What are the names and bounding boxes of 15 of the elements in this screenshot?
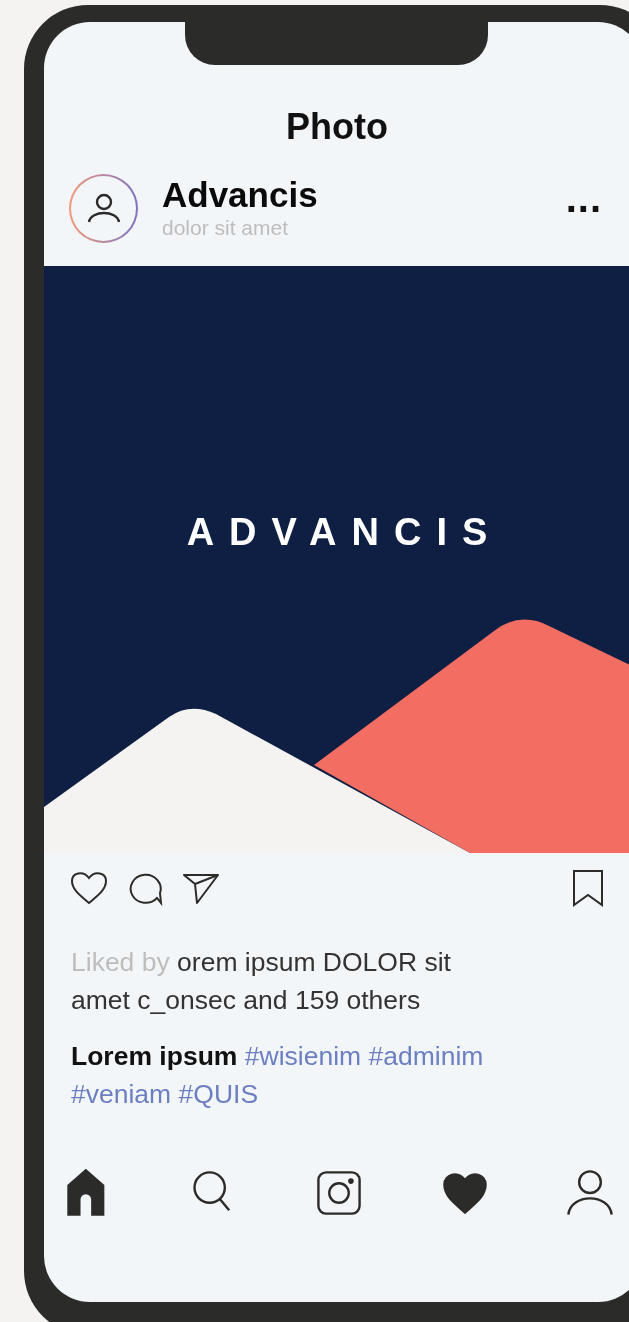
hashtag-link[interactable]: #veniam [71,1079,172,1109]
heart-icon[interactable] [70,870,108,906]
author-subtitle: dolor sit amet [162,215,290,241]
hashtag-link[interactable]: #wisienim [244,1041,362,1071]
caption-text: Lorem ipsum #wisienim #adminim #veniam #QUIS [71,1040,485,1111]
person-icon [86,193,121,223]
bookmark-icon[interactable] [572,869,604,907]
send-icon[interactable] [182,871,220,905]
hashtag-link[interactable]: #adminim [368,1041,484,1071]
hashtag-link[interactable]: #QUIS [178,1079,259,1109]
author-name: Advancis [162,175,319,215]
screen-title: Photo [286,105,388,149]
more-button[interactable]: ... [565,178,602,238]
image-wordmark: ADVANCIS [185,510,503,554]
likes-text: Liked by orem ipsum DOLOR sit amet c_onsec and 159 others [71,946,452,1017]
